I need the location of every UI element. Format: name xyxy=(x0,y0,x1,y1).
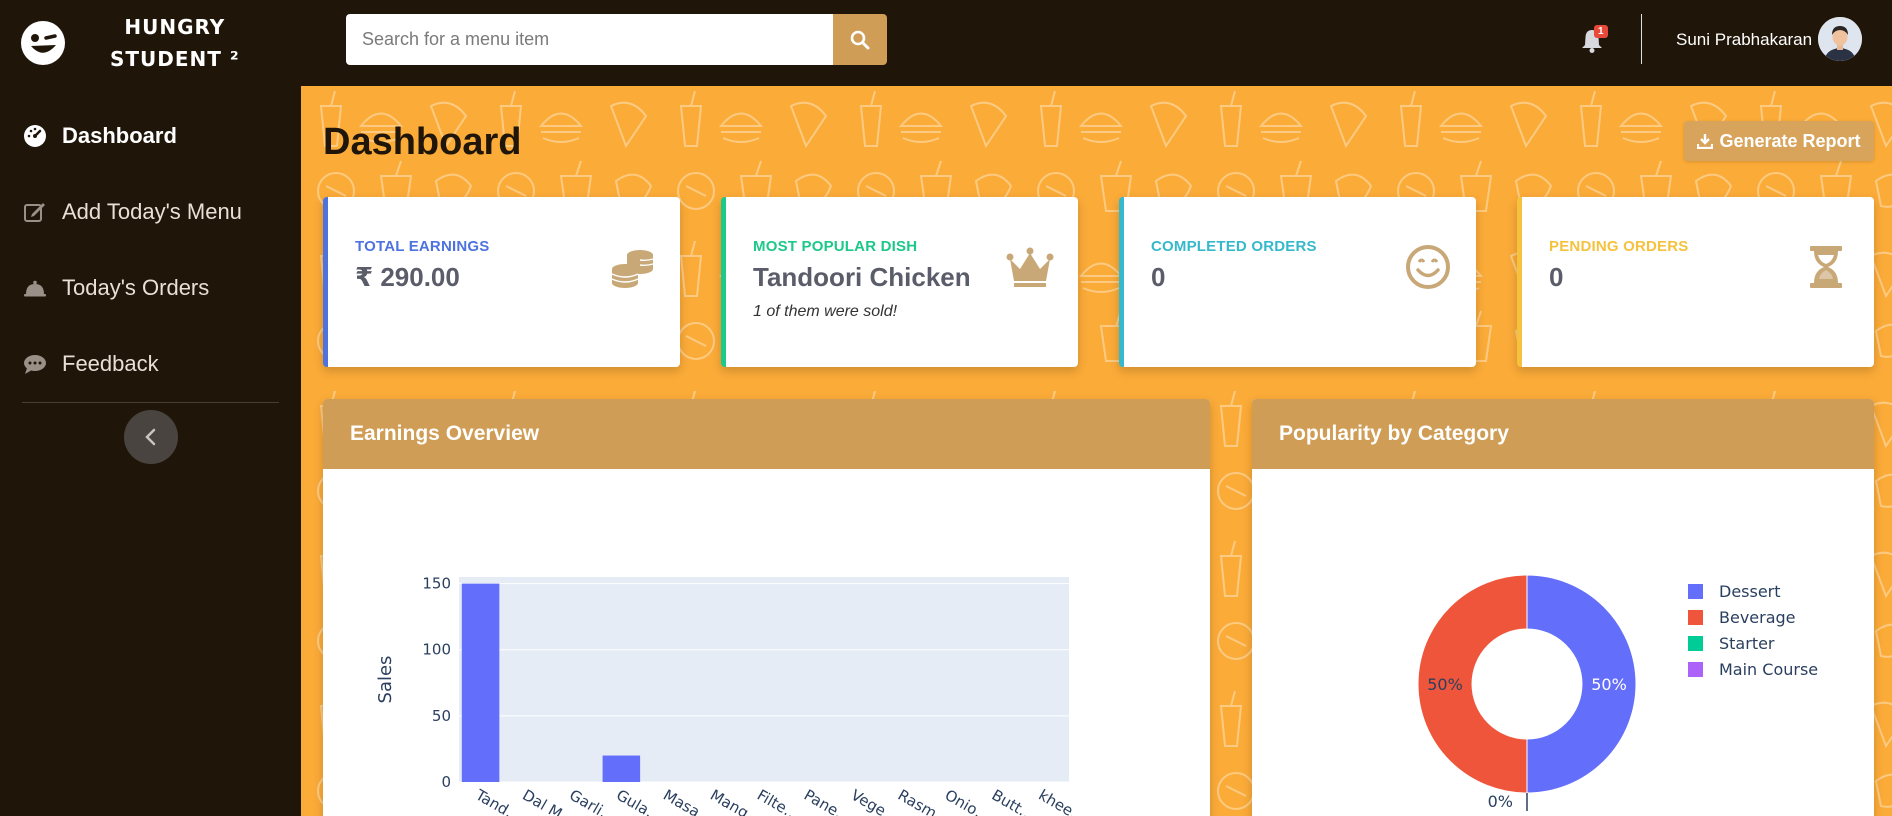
brand-name: HUNGRY STUDENT ² xyxy=(110,11,240,75)
card-value: Tandoori Chicken xyxy=(753,262,971,292)
popularity-donut-chart: 50% 50% 0% Dessert Beverage Starter Main Cours… xyxy=(1417,574,1818,811)
x-tick-label: Pane… xyxy=(801,786,854,816)
avatar[interactable] xyxy=(1818,17,1862,61)
total-earnings-card: Total Earnings ₹ 290.00 xyxy=(323,197,680,367)
card-label: Completed Orders xyxy=(1151,238,1317,255)
cloche-icon xyxy=(22,275,48,301)
topbar-divider xyxy=(1641,14,1642,64)
sidebar-item-label: Feedback xyxy=(62,351,159,376)
popular-dish-card: Most Popular Dish Tandoori Chicken 1 of … xyxy=(721,197,1078,367)
legend-label: Dessert xyxy=(1719,582,1781,601)
panel-header: Earnings Overview xyxy=(323,399,1210,469)
main-content: Dashboard Generate Report Total Earnings… xyxy=(301,86,1892,816)
popularity-panel: Popularity by Category 50% 50% 0% Dessert Be… xyxy=(1252,399,1874,816)
sidebar-item-add-menu[interactable]: Add Today's Menu xyxy=(0,174,301,250)
x-tick-label: khee… xyxy=(1036,786,1090,816)
sidebar-item-label: Add Today's Menu xyxy=(62,199,242,224)
search-input[interactable] xyxy=(346,14,833,65)
user-name[interactable]: Suni Prabhakaran xyxy=(1676,30,1812,50)
sidebar: HUNGRY STUDENT ² Dashboard Add Today's M… xyxy=(0,0,301,816)
legend-swatch xyxy=(1688,636,1703,651)
sidebar-divider xyxy=(22,402,279,403)
card-label: Most Popular Dish xyxy=(753,238,918,255)
y-tick-label: 150 xyxy=(422,575,451,593)
legend-label: Main Course xyxy=(1719,660,1818,679)
x-tick-label: Gula… xyxy=(613,786,665,816)
legend-swatch xyxy=(1688,662,1703,677)
page-title: Dashboard xyxy=(323,121,522,163)
download-icon xyxy=(1697,134,1714,149)
y-tick-label: 0 xyxy=(441,773,451,791)
sidebar-item-orders[interactable]: Today's Orders xyxy=(0,250,301,326)
edit-icon xyxy=(22,199,48,225)
legend-swatch xyxy=(1688,610,1703,625)
bar xyxy=(461,583,500,782)
smile-icon xyxy=(1406,245,1450,289)
x-tick-label: Tand… xyxy=(472,785,525,816)
pending-orders-card: Pending Orders 0 xyxy=(1517,197,1874,367)
sidebar-nav: Dashboard Add Today's Menu Today's Order… xyxy=(0,98,301,403)
y-axis-label: Sales xyxy=(375,656,396,704)
sidebar-item-feedback[interactable]: Feedback xyxy=(0,326,301,402)
brand-line-2: STUDENT ² xyxy=(110,47,240,71)
slice-percent-label: 50% xyxy=(1591,675,1627,694)
y-tick-label: 100 xyxy=(422,641,451,659)
panel-header: Popularity by Category xyxy=(1252,399,1874,469)
sidebar-item-label: Dashboard xyxy=(62,123,177,148)
search-button[interactable] xyxy=(833,14,887,65)
earnings-bar-chart: 050100150SalesTand…Dal M…Garli…Gula…Masa… xyxy=(375,575,1090,816)
card-value: 0 xyxy=(1549,262,1564,292)
slice-percent-label: 0% xyxy=(1488,792,1513,811)
search-bar xyxy=(346,14,887,65)
x-tick-label: Butt… xyxy=(989,786,1038,816)
bar xyxy=(602,755,641,782)
coins-icon xyxy=(611,250,654,288)
hourglass-icon xyxy=(1810,246,1842,288)
completed-orders-card: Completed Orders 0 xyxy=(1119,197,1476,367)
card-subtext: 1 of them were sold! xyxy=(753,303,898,320)
legend-swatch xyxy=(1688,584,1703,599)
brand[interactable]: HUNGRY STUDENT ² xyxy=(0,0,301,86)
brand-line-1: HUNGRY xyxy=(124,15,226,39)
sidebar-item-label: Today's Orders xyxy=(62,275,210,300)
chevron-left-icon xyxy=(145,428,156,446)
comment-icon xyxy=(22,351,48,377)
generate-report-label: Generate Report xyxy=(1719,130,1861,151)
tachometer-icon xyxy=(22,123,48,149)
card-label: Pending Orders xyxy=(1549,238,1689,255)
card-label: Total Earnings xyxy=(355,238,490,255)
generate-report-button[interactable]: Generate Report xyxy=(1684,121,1874,161)
topbar: 1 Suni Prabhakaran xyxy=(301,0,1892,86)
search-icon xyxy=(850,30,870,49)
y-tick-label: 50 xyxy=(432,707,451,725)
plot-area xyxy=(459,577,1069,782)
earnings-overview-panel: Earnings Overview 0 50 100 150 Sales Tand… Dal… xyxy=(323,399,1210,816)
legend-label: Starter xyxy=(1719,634,1775,653)
sidebar-collapse-button[interactable] xyxy=(124,410,178,464)
sidebar-item-dashboard[interactable]: Dashboard xyxy=(0,98,301,174)
user-avatar-icon xyxy=(1818,17,1862,61)
crown-icon xyxy=(1006,247,1054,287)
x-tick-label: Vege… xyxy=(848,786,902,816)
notification-badge: 1 xyxy=(1594,25,1608,38)
card-value: 0 xyxy=(1151,262,1166,292)
slice-percent-label: 50% xyxy=(1427,675,1463,694)
legend-label: Beverage xyxy=(1719,608,1796,627)
winking-face-logo-icon xyxy=(21,21,65,65)
card-value: ₹ 290.00 xyxy=(355,262,460,292)
